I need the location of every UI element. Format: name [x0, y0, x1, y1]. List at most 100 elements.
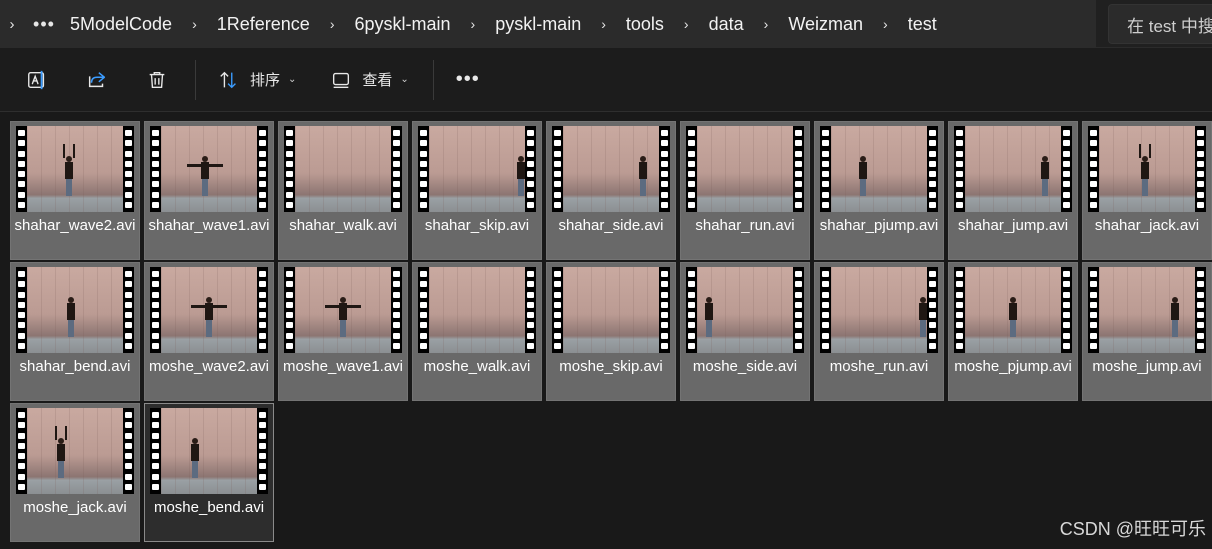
file-item[interactable]: moshe_jump.avi	[1082, 262, 1212, 401]
command-bar: 排序 ⌄ 查看 ⌄ •••	[0, 48, 1212, 112]
file-name: moshe_bend.avi	[153, 499, 265, 516]
file-item[interactable]: shahar_jack.avi	[1082, 121, 1212, 260]
film-sprocket	[820, 126, 831, 212]
film-sprocket	[686, 126, 697, 212]
film-sprocket	[820, 267, 831, 353]
video-thumbnail	[150, 267, 268, 353]
person-figure	[63, 144, 75, 196]
breadcrumb-item[interactable]: Weizman ›	[782, 0, 901, 48]
film-sprocket	[525, 267, 536, 353]
breadcrumb-item[interactable]: test	[902, 0, 943, 48]
video-frame	[1099, 126, 1195, 212]
file-name: shahar_run.avi	[695, 217, 795, 234]
video-thumbnail	[150, 408, 268, 494]
file-item[interactable]: shahar_skip.avi	[412, 121, 542, 260]
file-name: moshe_jack.avi	[23, 499, 127, 516]
person-figure	[705, 297, 713, 337]
person-figure	[517, 156, 525, 196]
file-item[interactable]: shahar_wave1.avi	[144, 121, 274, 260]
search-input[interactable]: 在 test 中搜	[1108, 4, 1212, 44]
breadcrumb-expand-icon[interactable]: ›	[0, 0, 24, 48]
film-sprocket	[1088, 126, 1099, 212]
person-figure	[1171, 297, 1179, 337]
breadcrumb-item[interactable]: 6pyskl-main ›	[348, 0, 489, 48]
file-item[interactable]: shahar_wave2.avi	[10, 121, 140, 260]
file-item[interactable]: shahar_side.avi	[546, 121, 676, 260]
chevron-right-icon[interactable]: ›	[178, 16, 211, 32]
chevron-right-icon[interactable]: ›	[750, 16, 783, 32]
film-sprocket	[284, 126, 295, 212]
view-icon	[333, 72, 350, 88]
film-sprocket	[927, 267, 938, 353]
chevron-right-icon[interactable]: ›	[316, 16, 349, 32]
file-item[interactable]: moshe_run.avi	[814, 262, 944, 401]
file-item[interactable]: shahar_run.avi	[680, 121, 810, 260]
video-frame	[563, 267, 659, 353]
file-name: moshe_skip.avi	[559, 358, 663, 375]
file-item[interactable]: moshe_side.avi	[680, 262, 810, 401]
file-name: shahar_bend.avi	[19, 358, 131, 375]
file-item[interactable]: moshe_jack.avi	[10, 403, 140, 542]
video-thumbnail	[552, 267, 670, 353]
file-item[interactable]: shahar_jump.avi	[948, 121, 1078, 260]
video-frame	[295, 126, 391, 212]
film-sprocket	[793, 267, 804, 353]
file-name: moshe_wave1.avi	[282, 358, 404, 375]
film-sprocket	[150, 126, 161, 212]
more-options-button[interactable]: •••	[446, 60, 490, 100]
file-name: shahar_skip.avi	[424, 217, 530, 234]
video-thumbnail	[284, 126, 402, 212]
video-frame	[697, 267, 793, 353]
film-sprocket	[1061, 126, 1072, 212]
film-sprocket	[418, 267, 429, 353]
file-item[interactable]: moshe_wave2.avi	[144, 262, 274, 401]
file-item[interactable]: moshe_bend.avi	[144, 403, 274, 542]
file-item[interactable]: shahar_bend.avi	[10, 262, 140, 401]
breadcrumb-item[interactable]: tools ›	[620, 0, 703, 48]
file-item[interactable]: moshe_wave1.avi	[278, 262, 408, 401]
film-sprocket	[1195, 126, 1206, 212]
person-figure	[859, 156, 867, 196]
file-item[interactable]: moshe_walk.avi	[412, 262, 542, 401]
file-name: moshe_walk.avi	[423, 358, 531, 375]
person-figure	[919, 297, 927, 337]
film-sprocket	[927, 126, 938, 212]
view-button[interactable]: 查看 ⌄	[320, 60, 418, 100]
delete-button[interactable]	[135, 60, 179, 100]
file-item[interactable]: moshe_pjump.avi	[948, 262, 1078, 401]
video-thumbnail	[284, 267, 402, 353]
person-figure	[191, 297, 227, 337]
video-frame	[831, 126, 927, 212]
breadcrumb-label: 5ModelCode	[70, 13, 173, 34]
breadcrumb-item[interactable]: 1Reference ›	[211, 0, 349, 48]
file-item[interactable]: moshe_skip.avi	[546, 262, 676, 401]
chevron-right-icon[interactable]: ›	[587, 16, 620, 32]
video-frame	[429, 126, 525, 212]
video-frame	[161, 267, 257, 353]
sort-icon	[220, 71, 236, 88]
file-item[interactable]: shahar_pjump.avi	[814, 121, 944, 260]
breadcrumb-label: 1Reference	[216, 13, 310, 34]
person-figure	[1009, 297, 1017, 337]
breadcrumb-item[interactable]: data ›	[703, 0, 783, 48]
breadcrumb-item[interactable]: pyskl-main ›	[489, 0, 620, 48]
chevron-right-icon[interactable]: ›	[869, 16, 902, 32]
breadcrumb-label: data	[708, 13, 744, 34]
film-sprocket	[793, 126, 804, 212]
breadcrumb-item[interactable]: 5ModelCode ›	[64, 0, 211, 48]
film-sprocket	[1061, 267, 1072, 353]
breadcrumb-overflow-button[interactable]: •••	[24, 0, 64, 48]
share-button[interactable]	[75, 60, 119, 100]
video-thumbnail	[16, 267, 134, 353]
chevron-right-icon[interactable]: ›	[670, 16, 703, 32]
sort-button[interactable]: 排序 ⌄	[208, 60, 306, 100]
file-name: shahar_jack.avi	[1094, 217, 1200, 234]
film-sprocket	[525, 126, 536, 212]
chevron-down-icon: ⌄	[288, 74, 297, 85]
file-grid: shahar_wave2.avi shahar_wave1.avi shahar_w…	[10, 121, 1212, 542]
file-item[interactable]: shahar_walk.avi	[278, 121, 408, 260]
chevron-right-icon[interactable]: ›	[457, 16, 490, 32]
rename-button[interactable]	[15, 60, 59, 100]
video-frame	[965, 126, 1061, 212]
chevron-down-icon: ⌄	[400, 74, 409, 85]
